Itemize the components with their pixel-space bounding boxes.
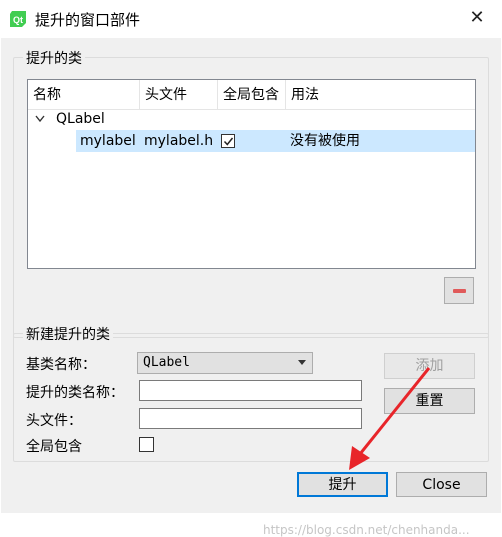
watermark-text: https://blog.csdn.net/chenhanda... [263, 523, 470, 537]
annotation-arrow-icon [349, 367, 431, 470]
